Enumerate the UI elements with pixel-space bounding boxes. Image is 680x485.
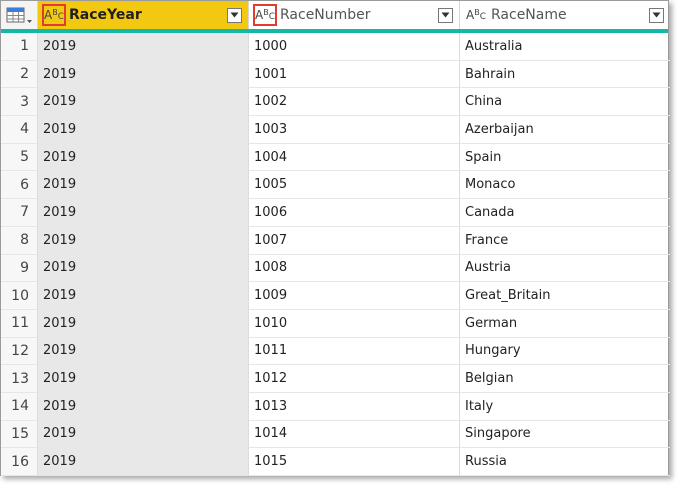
data-preview-grid: ABC RaceYear ABC RaceNumber ABC RaceName… xyxy=(0,0,670,476)
column-header-racename[interactable]: ABC RaceName xyxy=(460,1,670,29)
chevron-down-icon xyxy=(230,12,239,18)
type-glyph-c: C xyxy=(479,12,486,22)
row-number[interactable]: 3 xyxy=(1,88,38,117)
cell-racename[interactable]: Russia xyxy=(460,448,670,476)
row-number[interactable]: 6 xyxy=(1,171,38,200)
cell-racenumber[interactable]: 1004 xyxy=(249,143,460,172)
cell-racenumber[interactable]: 1011 xyxy=(249,337,460,366)
cell-raceyear[interactable]: 2019 xyxy=(38,254,249,283)
cell-racenumber[interactable]: 1010 xyxy=(249,309,460,338)
row-number[interactable]: 15 xyxy=(1,420,38,449)
cell-raceyear[interactable]: 2019 xyxy=(38,171,249,200)
type-glyph-a: A xyxy=(465,8,475,22)
cell-racenumber[interactable]: 1007 xyxy=(249,226,460,255)
cell-raceyear[interactable]: 2019 xyxy=(38,88,249,117)
cell-racenumber[interactable]: 1003 xyxy=(249,116,460,144)
cell-racenumber[interactable]: 1008 xyxy=(249,254,460,283)
cell-racenumber[interactable]: 1015 xyxy=(249,448,460,476)
cell-racename[interactable]: Azerbaijan xyxy=(460,116,670,144)
cell-racename[interactable]: Austria xyxy=(460,255,670,283)
column-filter-dropdown[interactable] xyxy=(227,7,242,23)
column-name: RaceNumber xyxy=(280,7,371,23)
cell-racenumber[interactable]: 1012 xyxy=(249,365,460,393)
cell-racename[interactable]: Italy xyxy=(460,393,670,421)
cell-racename[interactable]: German xyxy=(460,310,670,338)
row-number[interactable]: 16 xyxy=(1,448,38,476)
column-header-racenumber[interactable]: ABC RaceNumber xyxy=(249,1,460,29)
data-rows: 1 2019 1000 Australia 2 2019 1001 Bahrain 3 2019 1… xyxy=(1,33,670,476)
cell-raceyear[interactable]: 2019 xyxy=(38,337,249,366)
chevron-down-icon xyxy=(652,12,661,18)
cell-racename[interactable]: Australia xyxy=(460,33,670,61)
row-number[interactable]: 4 xyxy=(1,116,38,144)
row-number[interactable]: 1 xyxy=(1,33,38,61)
cell-racename[interactable]: Bahrain xyxy=(460,61,670,89)
cell-raceyear[interactable]: 2019 xyxy=(38,199,249,227)
cell-raceyear[interactable]: 2019 xyxy=(38,392,249,421)
cell-raceyear[interactable]: 2019 xyxy=(38,33,249,61)
column-header-row: ABC RaceYear ABC RaceNumber ABC RaceName xyxy=(1,1,668,33)
cell-racename[interactable]: Singapore xyxy=(460,421,670,449)
table-icon xyxy=(6,7,32,23)
cell-racename[interactable]: Belgian xyxy=(460,365,670,393)
row-number[interactable]: 2 xyxy=(1,60,38,89)
cell-raceyear[interactable]: 2019 xyxy=(38,420,249,449)
cell-raceyear[interactable]: 2019 xyxy=(38,226,249,255)
cell-raceyear[interactable]: 2019 xyxy=(38,143,249,172)
cell-racenumber[interactable]: 1014 xyxy=(249,420,460,449)
cell-racenumber[interactable]: 1013 xyxy=(249,392,460,421)
cell-racename[interactable]: Canada xyxy=(460,199,670,227)
chevron-down-icon xyxy=(441,12,450,18)
cell-raceyear[interactable]: 2019 xyxy=(38,60,249,89)
row-number[interactable]: 5 xyxy=(1,143,38,172)
row-number[interactable]: 13 xyxy=(1,365,38,393)
column-filter-dropdown[interactable] xyxy=(438,7,453,23)
column-filter-dropdown[interactable] xyxy=(649,7,664,23)
cell-racename[interactable]: China xyxy=(460,88,670,117)
cell-racenumber[interactable]: 1005 xyxy=(249,171,460,200)
cell-raceyear[interactable]: 2019 xyxy=(38,282,249,310)
column-name: RaceYear xyxy=(69,7,142,23)
row-number[interactable]: 9 xyxy=(1,254,38,283)
cell-racename[interactable]: Great_Britain xyxy=(460,282,670,310)
cell-raceyear[interactable]: 2019 xyxy=(38,309,249,338)
cell-racenumber[interactable]: 1001 xyxy=(249,60,460,89)
cell-racename[interactable]: Monaco xyxy=(460,171,670,200)
column-name: RaceName xyxy=(491,7,567,23)
column-header-raceyear[interactable]: ABC RaceYear xyxy=(38,1,249,29)
text-type-icon[interactable]: ABC xyxy=(464,4,488,26)
text-type-icon[interactable]: ABC xyxy=(42,4,66,26)
row-number[interactable]: 12 xyxy=(1,337,38,366)
cell-racenumber[interactable]: 1000 xyxy=(249,33,460,61)
cell-racename[interactable]: Hungary xyxy=(460,338,670,366)
table-menu-button[interactable] xyxy=(1,1,38,29)
cell-racenumber[interactable]: 1009 xyxy=(249,282,460,310)
type-glyph-c: C xyxy=(57,12,65,22)
row-number[interactable]: 10 xyxy=(1,282,38,310)
type-glyph-a: A xyxy=(44,8,53,22)
row-number[interactable]: 11 xyxy=(1,309,38,338)
cell-racename[interactable]: France xyxy=(460,227,670,255)
type-glyph-c: C xyxy=(268,12,276,22)
type-glyph-a: A xyxy=(255,8,264,22)
cell-raceyear[interactable]: 2019 xyxy=(38,448,249,476)
text-type-icon[interactable]: ABC xyxy=(253,4,277,26)
cell-raceyear[interactable]: 2019 xyxy=(38,365,249,393)
row-number[interactable]: 8 xyxy=(1,226,38,255)
row-number[interactable]: 7 xyxy=(1,199,38,227)
cell-raceyear[interactable]: 2019 xyxy=(38,116,249,144)
row-number[interactable]: 14 xyxy=(1,392,38,421)
cell-racenumber[interactable]: 1002 xyxy=(249,88,460,117)
cell-racename[interactable]: Spain xyxy=(460,144,670,172)
cell-racenumber[interactable]: 1006 xyxy=(249,199,460,227)
